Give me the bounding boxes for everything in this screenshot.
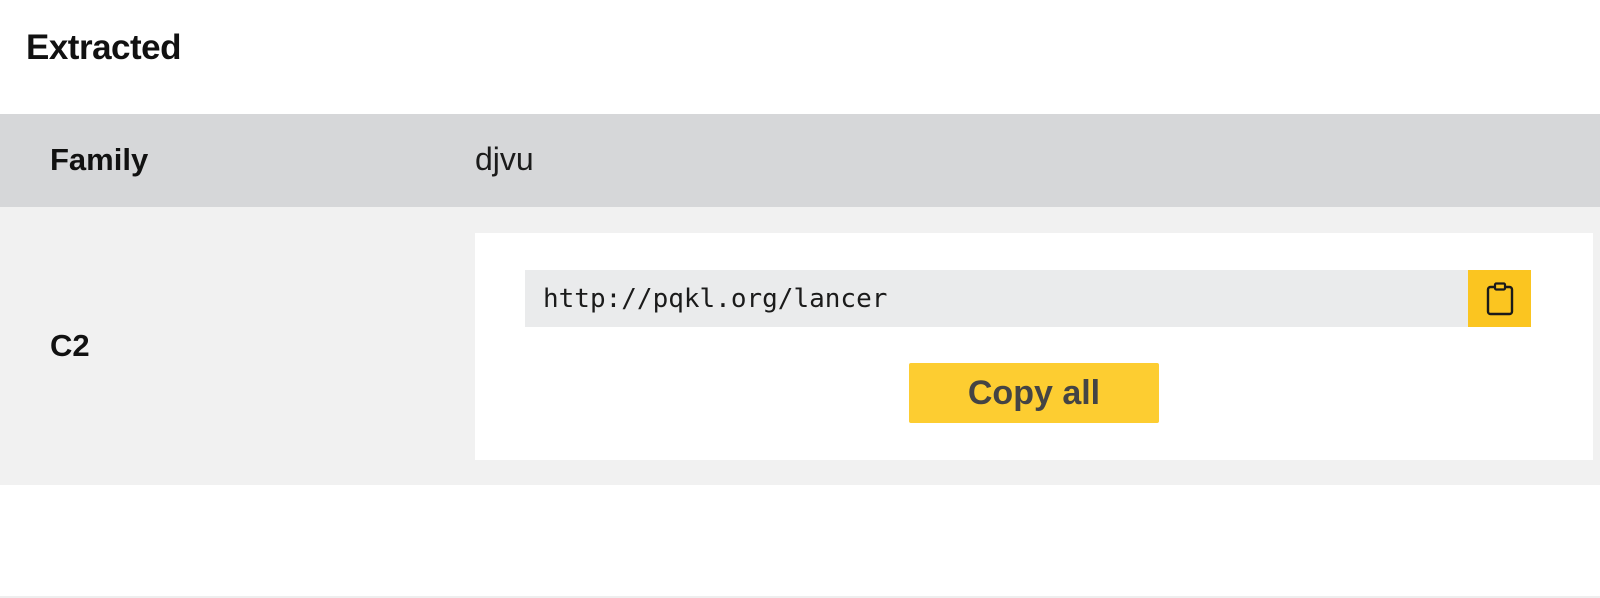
table-row-c2: C2 http://pqkl.org/lancer Copy all	[0, 207, 1600, 485]
section-title: Extracted	[26, 28, 182, 67]
table-row-family: Family djvu	[0, 114, 1600, 207]
page: Extracted Family djvu C2 http://pqkl.org…	[0, 0, 1600, 598]
c2-url-field[interactable]: http://pqkl.org/lancer	[525, 270, 1531, 327]
family-value: djvu	[475, 141, 534, 177]
clipboard-icon	[1486, 281, 1513, 315]
row-label-family: Family	[50, 142, 149, 177]
c2-card: http://pqkl.org/lancer Copy all	[475, 233, 1593, 460]
copy-url-button[interactable]	[1468, 270, 1531, 327]
c2-url-text[interactable]: http://pqkl.org/lancer	[525, 284, 887, 314]
copy-all-button[interactable]: Copy all	[909, 363, 1159, 423]
row-label-c2: C2	[50, 328, 90, 363]
extracted-table: Family djvu C2 http://pqkl.org/lancer Co…	[0, 114, 1600, 485]
